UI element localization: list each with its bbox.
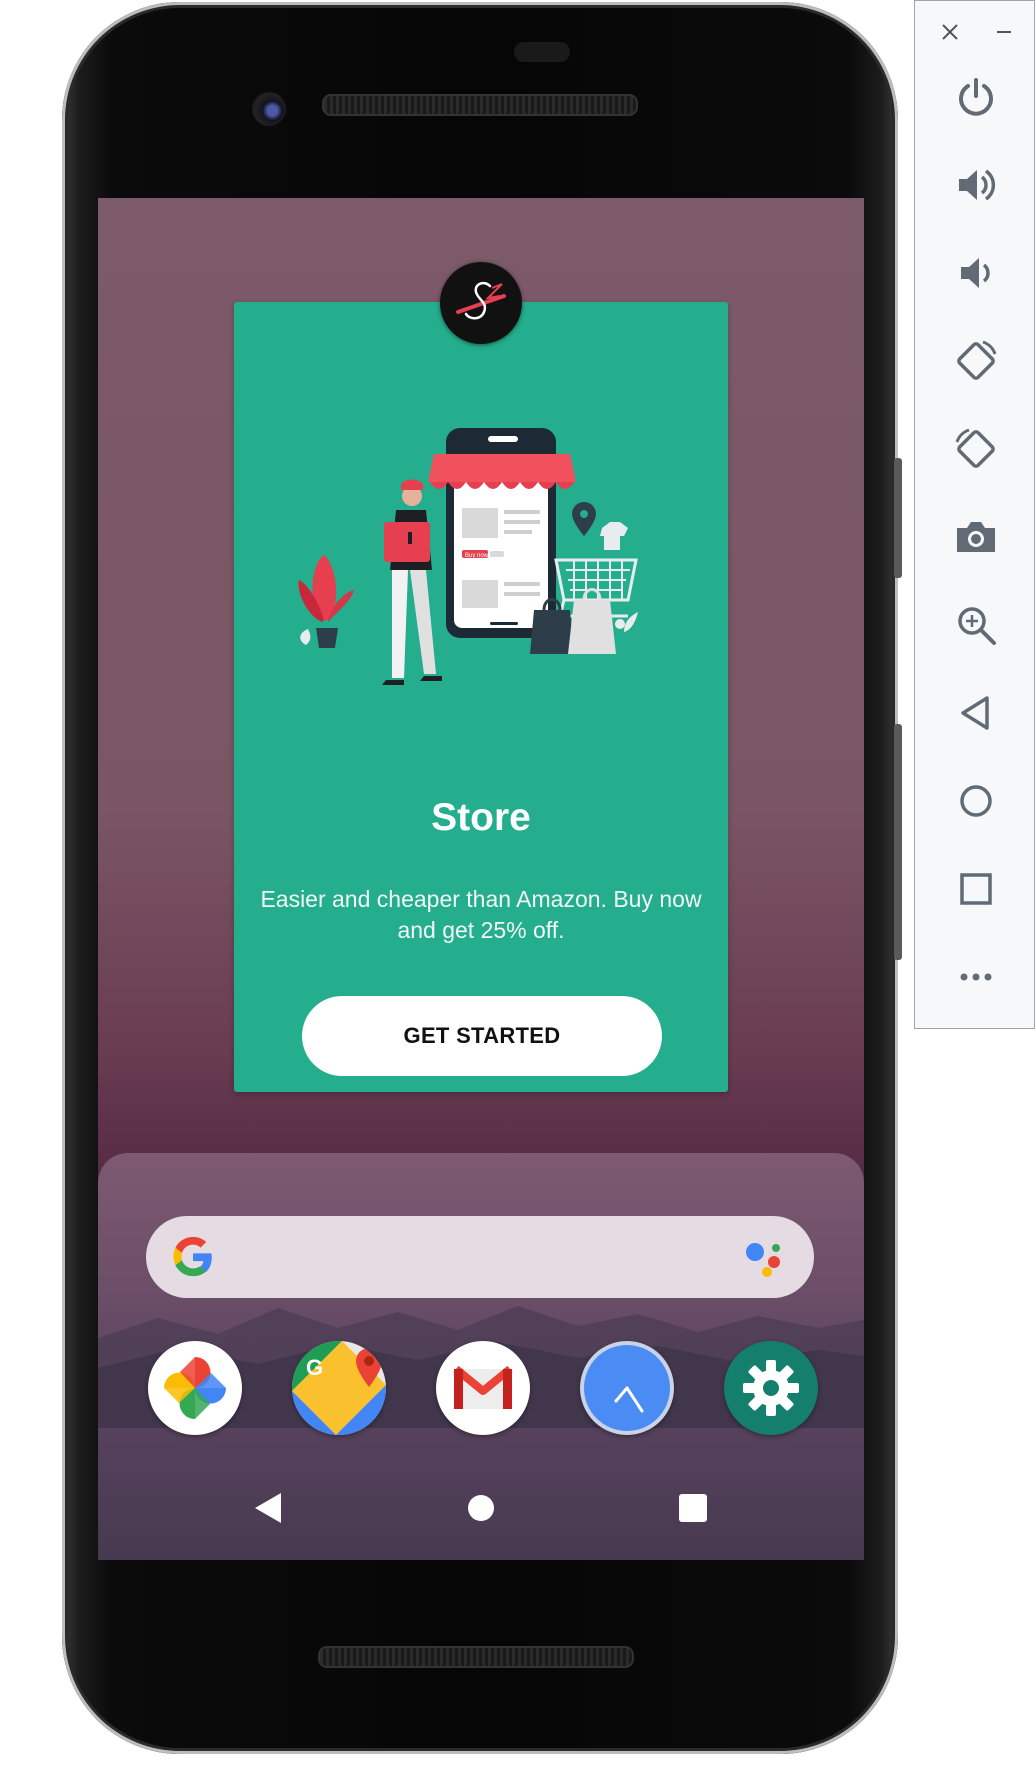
screenshot-camera-icon: [956, 522, 995, 552]
recents-icon: [679, 1494, 707, 1522]
emulator-toolbar: [914, 0, 1035, 1029]
rotate-left-button[interactable]: [915, 325, 1036, 397]
minimize-icon[interactable]: [993, 21, 1015, 43]
back-icon: [960, 696, 989, 730]
zoom-icon: [957, 607, 996, 645]
store-illustration: Buy now: [298, 428, 638, 685]
card-description: Easier and cheaper than Amazon. Buy now …: [260, 886, 702, 943]
settings-app-icon[interactable]: [724, 1341, 818, 1435]
nav-back-button[interactable]: [228, 1468, 308, 1548]
phone-screen: Buy now Store Easier and cheaper than Am…: [98, 198, 864, 1560]
rotate-right-button[interactable]: [915, 413, 1036, 485]
panel-window-controls: [915, 15, 1036, 49]
top-speaker: [322, 94, 638, 116]
emulator-back-button[interactable]: [915, 677, 1036, 749]
back-icon: [255, 1493, 281, 1523]
volume-up-button[interactable]: [915, 149, 1036, 221]
gmail-app-icon[interactable]: [436, 1341, 530, 1435]
rotate-left-icon: [956, 340, 996, 380]
get-started-button[interactable]: GET STARTED: [302, 996, 662, 1076]
close-icon[interactable]: [939, 21, 961, 43]
home-icon: [959, 785, 992, 817]
svg-text:Buy now: Buy now: [465, 553, 489, 559]
svg-text:G: G: [306, 1355, 323, 1380]
google-search-bar[interactable]: [146, 1216, 814, 1298]
android-nav-bar: [98, 1468, 864, 1548]
emulator-home-button[interactable]: [915, 765, 1036, 837]
emulator-overview-button[interactable]: [915, 853, 1036, 925]
rotate-right-icon: [955, 428, 995, 468]
home-icon: [468, 1495, 494, 1521]
overview-icon: [959, 873, 992, 905]
maps-app-icon[interactable]: G: [292, 1341, 386, 1435]
more-button[interactable]: [915, 941, 1036, 1013]
nav-home-button[interactable]: [441, 1468, 521, 1548]
card-title: Store: [431, 796, 531, 839]
nav-recents-button[interactable]: [653, 1468, 733, 1548]
volume-down-icon: [960, 258, 990, 288]
clock-app-icon[interactable]: [580, 1341, 674, 1435]
front-camera: [252, 92, 286, 126]
more-icon: [960, 973, 991, 981]
volume-side-button: [894, 724, 902, 960]
volume-up-icon: [958, 169, 995, 201]
power-icon: [958, 78, 993, 116]
bottom-speaker: [318, 1646, 634, 1668]
brand-logo: [440, 262, 522, 344]
google-assistant-icon[interactable]: [742, 1236, 786, 1280]
onboarding-card: Buy now Store Easier and cheaper than Am…: [234, 302, 728, 1092]
photos-app-icon[interactable]: [148, 1341, 242, 1435]
zoom-button[interactable]: [915, 589, 1036, 661]
power-side-button: [894, 458, 902, 578]
google-g-icon: [173, 1236, 212, 1277]
volume-down-button[interactable]: [915, 237, 1036, 309]
screenshot-button[interactable]: [915, 501, 1036, 573]
proximity-sensor: [514, 42, 570, 62]
power-button[interactable]: [915, 61, 1036, 133]
